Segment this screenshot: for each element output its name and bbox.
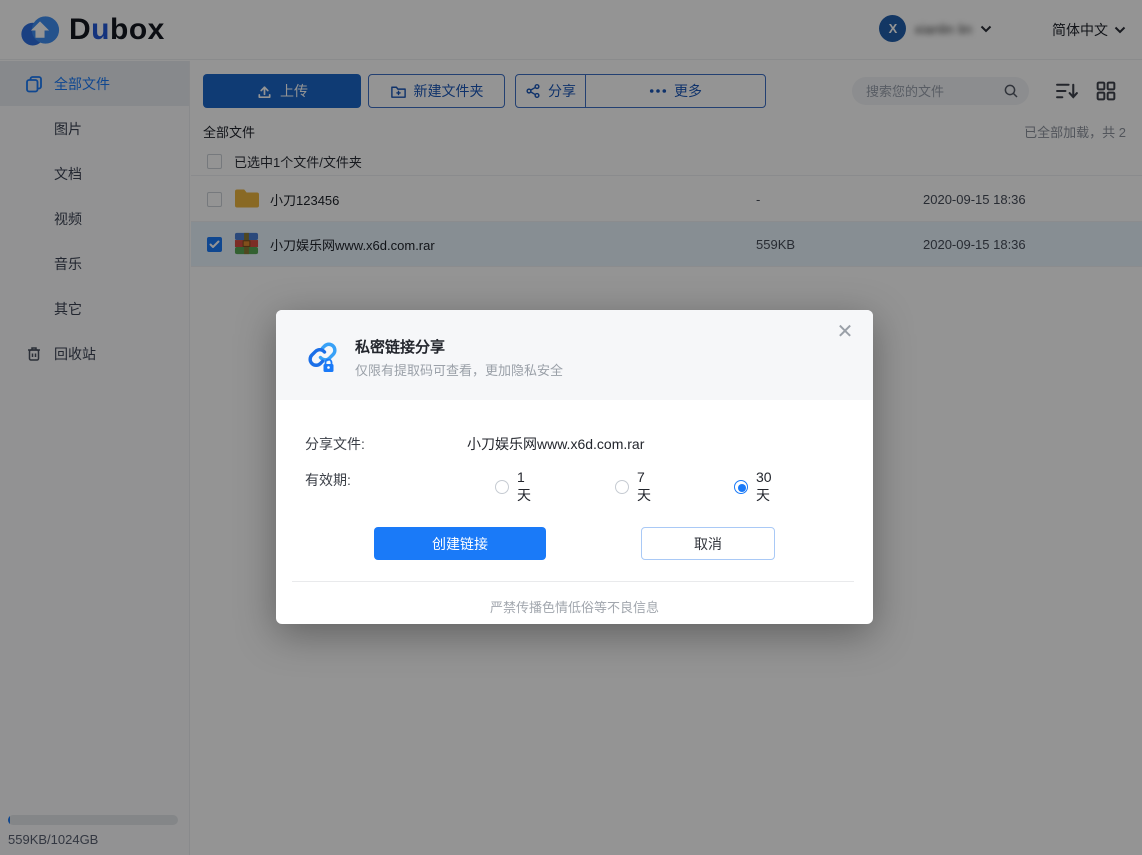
share-file-value: 小刀娱乐网www.x6d.com.rar	[467, 434, 847, 454]
share-dialog: 私密链接分享 仅限有提取码可查看，更加隐私安全 ✕ 分享文件: 小刀娱乐网www…	[276, 310, 873, 624]
share-file-row: 分享文件: 小刀娱乐网www.x6d.com.rar	[305, 434, 365, 454]
radio-30days[interactable]: 30天	[734, 469, 772, 505]
share-dialog-header: 私密链接分享 仅限有提取码可查看，更加隐私安全 ✕	[276, 310, 873, 400]
dialog-subtitle: 仅限有提取码可查看，更加隐私安全	[355, 360, 563, 379]
dialog-title: 私密链接分享	[355, 336, 445, 357]
dialog-divider	[292, 581, 854, 582]
share-file-label: 分享文件:	[305, 436, 365, 452]
create-link-button[interactable]: 创建链接	[374, 527, 546, 560]
radio-circle[interactable]	[495, 480, 509, 494]
radio-circle[interactable]	[615, 480, 629, 494]
dialog-warning-text: 严禁传播色情低俗等不良信息	[276, 597, 873, 616]
radio-label: 30天	[756, 469, 772, 505]
radio-label: 7天	[637, 469, 651, 505]
radio-label: 1天	[517, 469, 531, 505]
cancel-button[interactable]: 取消	[641, 527, 775, 560]
validity-label: 有效期:	[305, 472, 351, 488]
close-icon[interactable]: ✕	[833, 320, 857, 344]
validity-row: 有效期: 1天 7天 30天	[305, 470, 351, 490]
private-link-icon	[304, 336, 344, 376]
radio-7days[interactable]: 7天	[615, 469, 651, 505]
radio-circle[interactable]	[734, 480, 748, 494]
radio-1day[interactable]: 1天	[495, 469, 531, 505]
